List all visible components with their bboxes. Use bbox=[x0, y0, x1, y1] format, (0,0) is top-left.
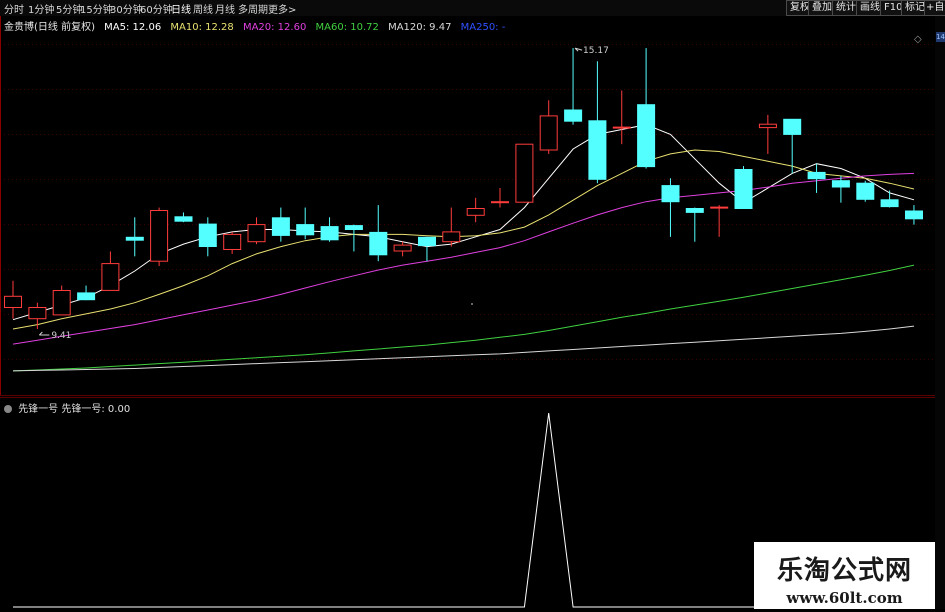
candle-up bbox=[515, 143, 534, 203]
indicator-gear-icon[interactable] bbox=[4, 405, 12, 413]
cursor-dot bbox=[471, 303, 473, 305]
candle-down bbox=[783, 118, 802, 135]
period-tab-multi[interactable]: 多周期 bbox=[238, 1, 268, 16]
candle-up bbox=[612, 126, 631, 129]
ma-line-2 bbox=[12, 172, 915, 345]
candle-up bbox=[101, 263, 120, 291]
candle-down bbox=[174, 216, 193, 222]
settings-diamond-icon[interactable]: ◇ bbox=[914, 34, 922, 45]
candle-down bbox=[661, 185, 680, 203]
candle-up bbox=[710, 206, 729, 209]
indicator-legend-text: 先锋一号 先锋一号: 0.00 bbox=[18, 404, 131, 415]
candle-down bbox=[125, 236, 144, 241]
candlestick-chart: 15.17 9.41 bbox=[0, 16, 935, 405]
ma20-label: MA20: 12.60 bbox=[242, 22, 307, 33]
candle-down bbox=[271, 217, 290, 236]
candle-up bbox=[442, 231, 461, 243]
ma10-label: MA10: 12.28 bbox=[170, 22, 234, 33]
candle-up bbox=[52, 290, 71, 316]
period-tab-5min[interactable]: 5分钟 bbox=[56, 1, 82, 16]
watermark-url: www.60lt.com bbox=[786, 589, 903, 607]
candle-up bbox=[4, 295, 22, 308]
period-tab-60min[interactable]: 60分钟 bbox=[140, 1, 173, 16]
candle-down bbox=[807, 171, 826, 180]
candle-down bbox=[296, 224, 315, 236]
candle-down bbox=[588, 120, 607, 180]
candle-down bbox=[637, 104, 656, 168]
period-tab-more[interactable]: 更多> bbox=[268, 1, 296, 16]
candle-down bbox=[564, 109, 583, 122]
candle-up bbox=[539, 115, 558, 151]
candle-down bbox=[685, 208, 704, 213]
watermark-logo: 乐淘公式网 www.60lt.com bbox=[754, 542, 935, 609]
candle-up bbox=[223, 233, 242, 250]
candle-up bbox=[758, 123, 777, 129]
candle-down bbox=[418, 236, 436, 247]
ma5-label: MA5: 12.06 bbox=[104, 22, 162, 33]
candle-down bbox=[344, 225, 363, 231]
period-tab-intraday[interactable]: 分时 bbox=[4, 1, 24, 16]
watermark-title: 乐淘公式网 bbox=[776, 556, 912, 586]
period-tab-1min[interactable]: 1分钟 bbox=[28, 1, 54, 16]
right-scroll-strip[interactable] bbox=[935, 16, 945, 609]
candle-up bbox=[150, 210, 169, 262]
candle-up bbox=[491, 201, 509, 204]
period-toolbar: 分时 1分钟 5分钟 15分钟 30分钟 60分钟 日线 周线 月线 多周期 更… bbox=[0, 0, 945, 16]
candle-up bbox=[28, 307, 47, 320]
candle-up bbox=[393, 244, 412, 252]
ma250-label: MA250: - bbox=[460, 22, 506, 33]
add-watchlist-button[interactable]: +自选 bbox=[924, 0, 945, 16]
candle-down bbox=[198, 223, 217, 248]
period-tab-15min[interactable]: 15分钟 bbox=[80, 1, 113, 16]
candle-down bbox=[905, 210, 923, 220]
candle-down bbox=[880, 199, 899, 208]
candle-down bbox=[734, 169, 753, 209]
indicator-legend: 先锋一号 先锋一号: 0.00 bbox=[4, 400, 130, 415]
candle-down bbox=[831, 180, 850, 188]
ma-legend: 金贵博(日线 前复权) MA5: 12.06 MA10: 12.28 MA20:… bbox=[4, 18, 511, 33]
period-tab-30min[interactable]: 30分钟 bbox=[110, 1, 143, 16]
ma120-label: MA120: 9.47 bbox=[388, 22, 452, 33]
period-tab-daily[interactable]: 日线 bbox=[171, 1, 191, 16]
low-arrow-icon bbox=[38, 331, 50, 336]
period-tab-weekly[interactable]: 周线 bbox=[193, 1, 213, 16]
candle-down bbox=[320, 226, 339, 241]
period-tab-monthly[interactable]: 月线 bbox=[215, 1, 235, 16]
low-price-label: 9.41 bbox=[51, 331, 71, 341]
candle-up bbox=[466, 208, 485, 216]
stock-title: 金贵博(日线 前复权) bbox=[4, 22, 95, 33]
high-price-label: 15.17 bbox=[583, 46, 609, 56]
candle-down bbox=[856, 182, 875, 200]
ma60-label: MA60: 10.72 bbox=[315, 22, 379, 33]
price-chart-panel[interactable]: 金贵博(日线 前复权) MA5: 12.06 MA10: 12.28 MA20:… bbox=[0, 16, 935, 405]
candle-down bbox=[369, 231, 388, 256]
candle-down bbox=[77, 292, 96, 301]
candle-up bbox=[247, 224, 266, 243]
high-arrow-icon bbox=[574, 47, 583, 52]
scroll-badge[interactable]: 14 bbox=[936, 32, 945, 42]
ma-line-1 bbox=[12, 149, 915, 330]
